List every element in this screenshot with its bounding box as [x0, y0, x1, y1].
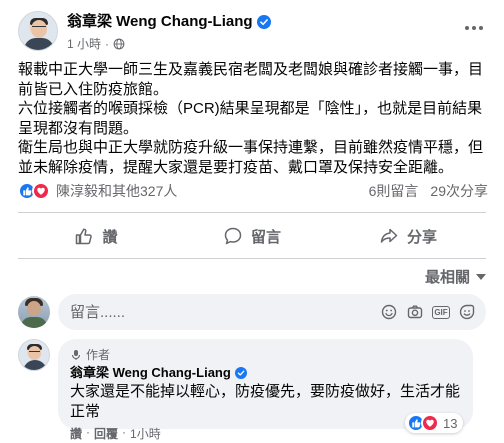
post-meta: 1 小時 ·	[67, 35, 271, 52]
post-paragraph: 六位接觸者的喉頭採檢（PCR)結果呈現都是「陰性」，也就是目前結果呈現都沒有問題…	[18, 100, 483, 137]
more-options-button[interactable]	[460, 14, 488, 42]
verified-badge-icon	[234, 367, 247, 379]
comment-bubble-icon	[224, 227, 242, 245]
reactors-text[interactable]: 陳淳毅和其他327人	[56, 181, 177, 201]
reaction-stats: 陳淳毅和其他327人 6則留言 29次分享	[18, 181, 488, 201]
comment-item: 作者 翁章梁 Weng Chang-Liang 大家還是不能掉以輕心，防疫優先，…	[18, 339, 473, 430]
facebook-post: 翁章梁 Weng Chang-Liang 1 小時 · 報載中正大學一師三生及嘉…	[0, 0, 504, 443]
post-paragraph: 報載中正大學一師三生及嘉義民宿老闆及老闆娘與確診者接觸一事，目前皆已入住防疫旅館…	[18, 61, 484, 98]
author-name-row: 翁章梁 Weng Chang-Liang	[67, 13, 271, 31]
comment-time[interactable]: 1小時	[130, 425, 161, 442]
divider	[18, 212, 486, 213]
commenter-avatar[interactable]	[18, 339, 50, 371]
share-count[interactable]: 29次分享	[430, 181, 488, 201]
camera-icon[interactable]	[406, 303, 424, 321]
post-time[interactable]: 1 小時	[67, 35, 101, 52]
comment-reactions[interactable]: 13	[405, 413, 464, 433]
post-paragraph: 衛生局也與中正大學就防疫升級一事保持連繫，目前雖然疫情平穩，但並未解除疫情，提醒…	[18, 139, 484, 176]
author-badge-label: 作者	[86, 348, 111, 362]
caret-down-icon	[476, 273, 486, 280]
comment-count[interactable]: 6則留言	[369, 181, 419, 201]
divider	[18, 258, 486, 259]
comment-author-name[interactable]: 翁章梁 Weng Chang-Liang	[70, 365, 231, 381]
separator: ·	[122, 425, 127, 439]
author-avatar[interactable]	[18, 11, 58, 51]
share-arrow-icon	[380, 228, 398, 243]
comment-button[interactable]: 留言	[174, 218, 330, 254]
comment-like-link[interactable]: 讚	[70, 425, 82, 442]
like-button[interactable]: 讚	[18, 218, 174, 254]
comment-sort-dropdown[interactable]: 最相關	[425, 266, 486, 287]
comment-actions: 讚 · 回覆 · 1小時	[70, 425, 161, 442]
verified-badge-icon	[256, 15, 271, 29]
share-button[interactable]: 分享	[330, 218, 486, 254]
post-header: 翁章梁 Weng Chang-Liang 1 小時 ·	[18, 11, 271, 52]
author-badge: 作者	[70, 346, 461, 363]
meta-separator: ·	[105, 36, 110, 51]
comment-reply-link[interactable]: 回覆	[94, 425, 118, 442]
sticker-icon[interactable]	[458, 303, 476, 321]
thumbs-up-icon	[76, 228, 93, 245]
gif-icon[interactable]: GIF	[432, 303, 450, 321]
comment-input-box[interactable]: GIF	[58, 294, 486, 330]
like-label: 讚	[102, 228, 118, 246]
action-bar: 讚 留言 分享	[18, 218, 486, 254]
love-reaction-icon	[32, 182, 50, 200]
love-reaction-icon	[421, 414, 439, 432]
comment-composer: GIF	[18, 294, 486, 330]
separator: ·	[86, 425, 91, 439]
author-name[interactable]: 翁章梁 Weng Chang-Liang	[67, 13, 253, 31]
globe-icon[interactable]	[113, 38, 125, 50]
comment-reaction-count: 13	[443, 415, 458, 431]
post-body: 報載中正大學一師三生及嘉義民宿老闆及老闆娘與確診者接觸一事，目前皆已入住防疫旅館…	[18, 60, 490, 178]
comment-author-row: 翁章梁 Weng Chang-Liang	[70, 365, 461, 381]
comment-text: 大家還是不能掉以輕心，防疫優先，要防疫做好，生活才能正常	[70, 383, 461, 420]
share-label: 分享	[406, 228, 437, 246]
reaction-summary[interactable]: 陳淳毅和其他327人	[18, 181, 177, 201]
comment-label: 留言	[250, 228, 281, 246]
sort-label: 最相關	[424, 269, 470, 286]
microphone-icon	[71, 349, 81, 360]
current-user-avatar[interactable]	[18, 296, 50, 328]
emoji-icon[interactable]	[380, 303, 398, 321]
comment-input[interactable]	[70, 303, 380, 321]
